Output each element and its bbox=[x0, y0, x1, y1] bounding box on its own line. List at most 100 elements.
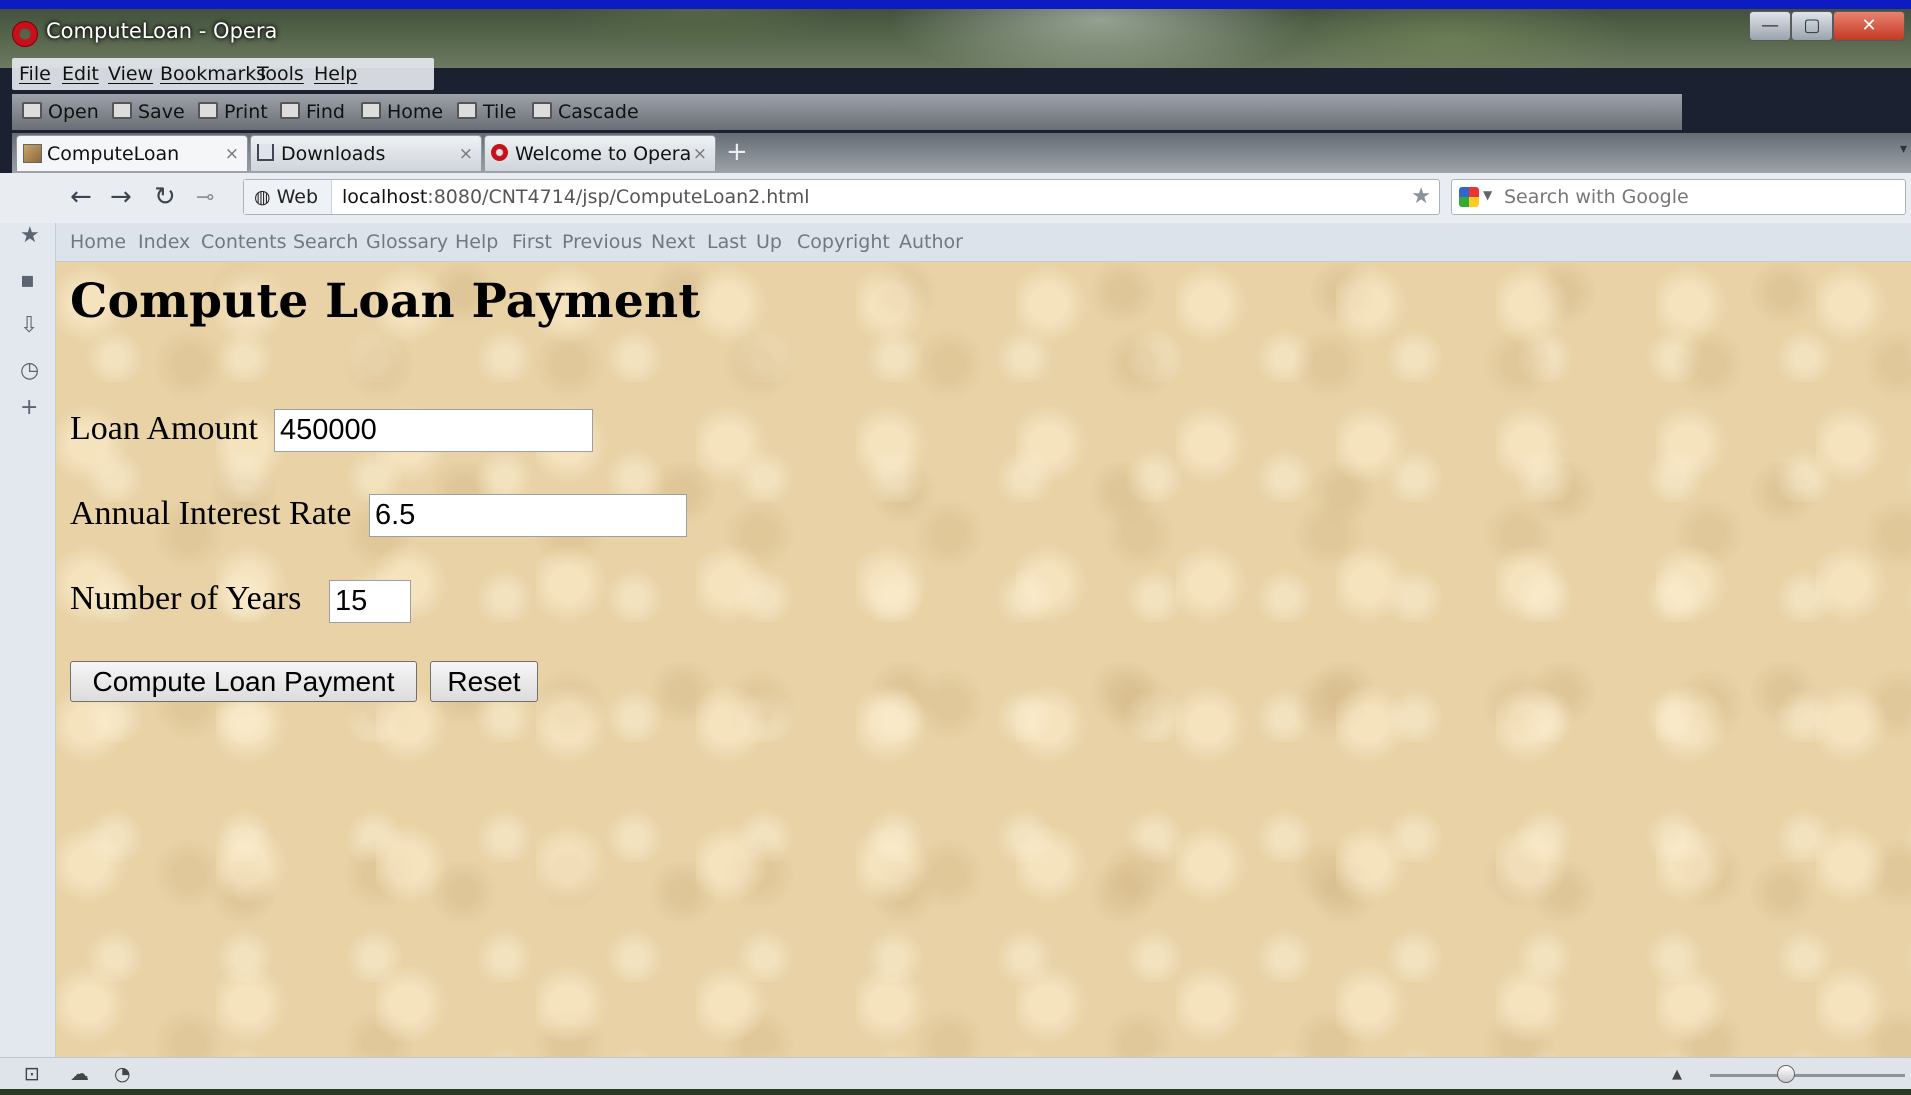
save-icon bbox=[112, 102, 132, 119]
nav-link-first[interactable]: First bbox=[512, 231, 552, 253]
printer-icon bbox=[198, 102, 218, 119]
zoom-slider-thumb[interactable] bbox=[1777, 1065, 1795, 1083]
nav-link-home[interactable]: Home bbox=[70, 231, 126, 253]
toolbar-find-label: Find bbox=[306, 101, 345, 123]
search-box[interactable]: ▼ Search with Google bbox=[1451, 179, 1906, 215]
close-tab-icon[interactable]: × bbox=[225, 144, 239, 164]
reload-icon[interactable]: ↻ bbox=[154, 182, 176, 212]
minimize-button[interactable]: — bbox=[1749, 11, 1791, 41]
menu-view[interactable]: View bbox=[108, 63, 153, 85]
home-icon bbox=[361, 102, 381, 119]
toolbar-tile-label: Tile bbox=[483, 101, 517, 123]
menu-edit[interactable]: Edit bbox=[62, 63, 99, 85]
window-top-edge bbox=[0, 0, 1911, 9]
nav-link-index[interactable]: Index bbox=[138, 231, 190, 253]
toolbar-tile-button[interactable]: Tile bbox=[457, 101, 516, 123]
page-content: Compute Loan Payment Loan Amount Annual … bbox=[56, 262, 1911, 1057]
toolbar-save-button[interactable]: Save bbox=[112, 101, 185, 123]
tile-icon bbox=[457, 102, 477, 119]
nav-link-search[interactable]: Search bbox=[293, 231, 358, 253]
downloads-icon bbox=[257, 144, 274, 161]
close-tab-icon[interactable]: × bbox=[459, 144, 473, 164]
menu-tools[interactable]: Tools bbox=[257, 63, 304, 85]
google-icon[interactable] bbox=[1459, 187, 1479, 207]
menu-bookmarks[interactable]: Bookmarks bbox=[160, 63, 266, 85]
folder-icon bbox=[22, 102, 42, 119]
nav-link-last[interactable]: Last bbox=[707, 231, 747, 253]
close-tab-icon[interactable]: × bbox=[693, 144, 707, 164]
window-bottom-edge bbox=[0, 1089, 1911, 1095]
toolbar-cascade-button[interactable]: Cascade bbox=[532, 101, 639, 123]
page-icon bbox=[23, 144, 42, 163]
tab-label: Welcome to Opera bbox=[515, 143, 692, 165]
toolbar-open-label: Open bbox=[48, 101, 99, 123]
bookmark-star-icon[interactable]: ★ bbox=[1411, 184, 1431, 209]
magnifier-icon bbox=[280, 102, 300, 119]
url-host: localhost bbox=[342, 186, 428, 208]
url-text[interactable]: localhost:8080/CNT4714/jsp/ComputeLoan2.… bbox=[342, 186, 810, 208]
nav-link-next[interactable]: Next bbox=[651, 231, 695, 253]
tab-downloads[interactable]: Downloads × bbox=[250, 135, 482, 171]
reset-button[interactable]: Reset bbox=[430, 661, 538, 702]
address-scope-badge[interactable]: ◍ Web bbox=[244, 180, 332, 214]
toolbar-find-button[interactable]: Find bbox=[280, 101, 345, 123]
panel-toggle-icon[interactable]: ⊡ bbox=[24, 1063, 40, 1085]
opera-icon[interactable] bbox=[12, 21, 38, 47]
key-icon[interactable]: ⊸ bbox=[196, 185, 214, 210]
unite-cloud-icon[interactable]: ☁ bbox=[70, 1063, 89, 1085]
toolbar-save-label: Save bbox=[138, 101, 185, 123]
close-button[interactable]: ✕ bbox=[1833, 11, 1905, 41]
navigation-bar: Home Index Contents Search Glossary Help… bbox=[56, 223, 1911, 262]
globe-icon: ◍ bbox=[254, 186, 277, 208]
nav-link-glossary[interactable]: Glossary bbox=[366, 231, 448, 253]
nav-link-previous[interactable]: Previous bbox=[562, 231, 642, 253]
tab-label: Downloads bbox=[281, 143, 386, 165]
tabs-menu-icon[interactable]: ▾ bbox=[1900, 141, 1907, 157]
toolbar: Open Save Print Find Home Tile Cascade bbox=[12, 94, 1682, 130]
toolbar-print-button[interactable]: Print bbox=[198, 101, 268, 123]
turbo-gauge-icon[interactable]: ◔ bbox=[114, 1063, 131, 1085]
toolbar-open-button[interactable]: Open bbox=[22, 101, 99, 123]
tab-welcome-to-opera[interactable]: Welcome to Opera × bbox=[484, 135, 716, 171]
nav-link-help[interactable]: Help bbox=[455, 231, 498, 253]
new-tab-icon[interactable]: + bbox=[726, 137, 748, 167]
window-title: ComputeLoan - Opera bbox=[46, 19, 278, 43]
downloads-icon[interactable]: ⇩ bbox=[20, 313, 38, 338]
nav-link-contents[interactable]: Contents bbox=[201, 231, 286, 253]
menu-bar: File Edit View Bookmarks Tools Help bbox=[12, 58, 434, 90]
notes-icon[interactable]: ▪ bbox=[20, 268, 35, 293]
search-placeholder: Search with Google bbox=[1504, 186, 1689, 208]
nav-link-up[interactable]: Up bbox=[756, 231, 782, 253]
loan-amount-input[interactable] bbox=[274, 409, 593, 452]
tab-computeloan[interactable]: ComputeLoan × bbox=[16, 135, 248, 171]
forward-arrow-icon[interactable]: → bbox=[110, 182, 132, 212]
back-arrow-icon[interactable]: ← bbox=[70, 182, 92, 212]
toolbar-home-button[interactable]: Home bbox=[361, 101, 443, 123]
menu-help[interactable]: Help bbox=[314, 63, 357, 85]
history-clock-icon[interactable]: ◷ bbox=[20, 358, 39, 383]
side-panel: ★ ▪ ⇩ ◷ + bbox=[0, 223, 56, 1057]
nav-link-author[interactable]: Author bbox=[899, 231, 963, 253]
url-path: :8080/CNT4714/jsp/ComputeLoan2.html bbox=[427, 186, 810, 208]
number-of-years-label: Number of Years bbox=[70, 580, 302, 617]
menu-file[interactable]: File bbox=[19, 63, 51, 85]
address-bar[interactable]: ◍ Web localhost:8080/CNT4714/jsp/Compute… bbox=[243, 179, 1440, 215]
interest-rate-label: Annual Interest Rate bbox=[70, 495, 352, 532]
zoom-slider-track[interactable] bbox=[1710, 1074, 1905, 1077]
interest-rate-input[interactable] bbox=[369, 494, 687, 537]
cascade-icon bbox=[532, 102, 552, 119]
view-options-icon[interactable]: ▲ bbox=[1672, 1067, 1682, 1082]
chevron-down-icon[interactable]: ▼ bbox=[1483, 188, 1492, 202]
page-title: Compute Loan Payment bbox=[70, 274, 701, 329]
add-panel-icon[interactable]: + bbox=[20, 395, 38, 420]
tab-label: ComputeLoan bbox=[47, 143, 180, 165]
toolbar-cascade-label: Cascade bbox=[558, 101, 639, 123]
nav-link-copyright[interactable]: Copyright bbox=[797, 231, 890, 253]
toolbar-print-label: Print bbox=[224, 101, 268, 123]
number-of-years-input[interactable] bbox=[329, 580, 411, 623]
bookmarks-star-icon[interactable]: ★ bbox=[20, 223, 40, 248]
opera-icon bbox=[491, 144, 508, 161]
address-toolbar: ← → ↻ ⊸ ◍ Web localhost:8080/CNT4714/jsp… bbox=[0, 173, 1911, 224]
maximize-button[interactable]: ▢ bbox=[1791, 11, 1833, 41]
compute-loan-payment-button[interactable]: Compute Loan Payment bbox=[70, 661, 417, 702]
